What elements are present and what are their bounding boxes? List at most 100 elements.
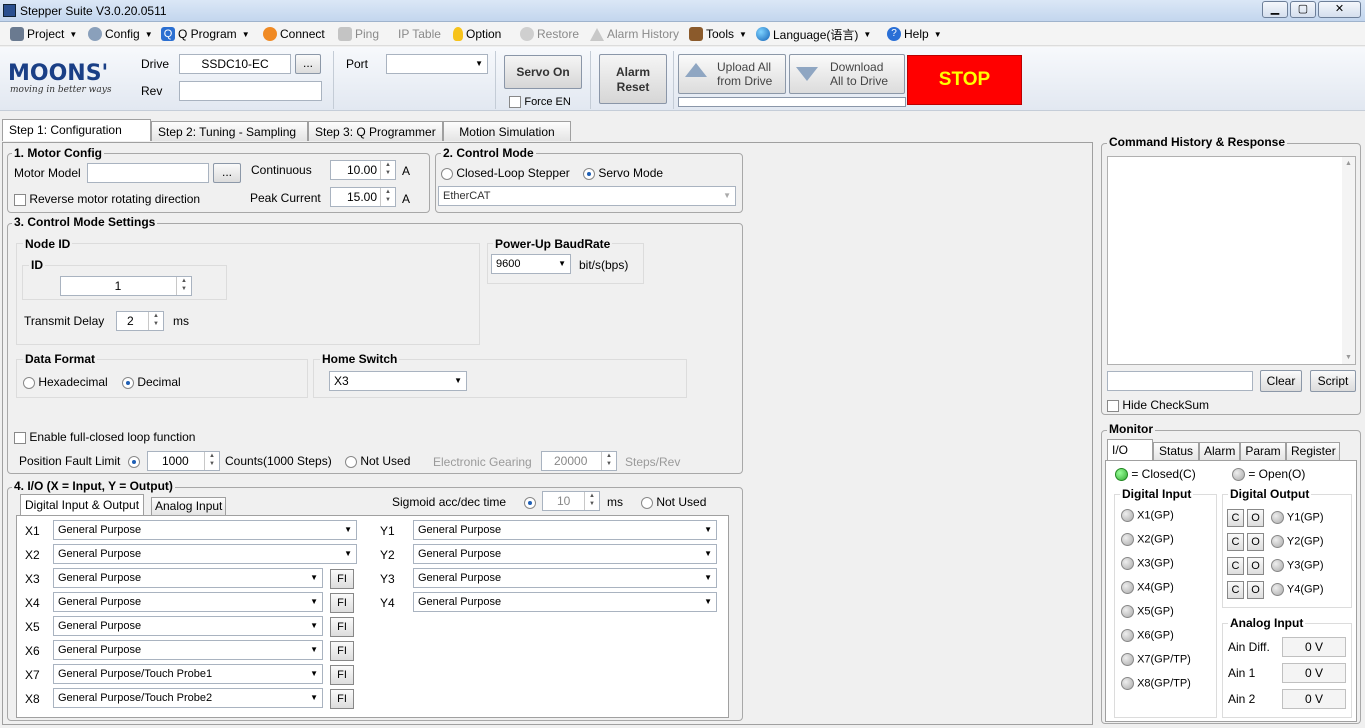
monitor-tab-status[interactable]: Status [1153,442,1199,460]
drive-field[interactable]: SSDC10-EC [179,54,291,74]
output-function-select-y4[interactable]: General Purpose ▼ [413,592,717,612]
alarm-reset-button[interactable]: Alarm Reset [599,54,667,104]
reverse-direction-checkbox[interactable]: Reverse motor rotating direction [14,192,200,206]
tab-motion-simulation[interactable]: Motion Simulation [443,121,571,141]
menu-connect[interactable]: Connect [263,26,325,42]
script-button[interactable]: Script [1310,370,1356,392]
monitor-tab-register[interactable]: Register [1286,442,1340,460]
drive-browse-button[interactable]: ... [295,54,321,74]
filter-button-x4[interactable]: FI [330,593,354,613]
force-en-checkbox[interactable]: Force EN [509,94,571,108]
close-output-button-y2[interactable]: C [1227,533,1244,551]
close-output-button-y4[interactable]: C [1227,581,1244,599]
motor-model-field[interactable] [87,163,209,183]
monitor-tab-param[interactable]: Param [1240,442,1286,460]
tab-tuning-sampling[interactable]: Step 2: Tuning - Sampling [151,121,308,141]
tab-analog-input[interactable]: Analog Input [151,497,227,515]
menu-alarm-history[interactable]: Alarm History [590,26,679,42]
input-function-select-x4[interactable]: General Purpose ▼ [53,592,323,612]
led-off-icon [1232,468,1245,482]
baudrate-title: Power-Up BaudRate [493,237,613,251]
port-select[interactable]: ▼ [386,54,488,74]
menu-ping[interactable]: Ping [338,26,379,42]
close-output-button-y1[interactable]: C [1227,509,1244,527]
maximize-button[interactable]: ▢ [1290,1,1316,18]
chevron-down-icon: ▼ [344,549,352,558]
input-function-select-x1[interactable]: General Purpose ▼ [53,520,357,540]
servo-on-button[interactable]: Servo On [504,55,582,89]
digital-output-title: Digital Output [1228,487,1312,501]
input-function-select-x6[interactable]: General Purpose ▼ [53,640,323,660]
decimal-radio[interactable]: Decimal [122,375,181,389]
close-output-button-y3[interactable]: C [1227,557,1244,575]
clear-button[interactable]: Clear [1260,370,1302,392]
open-output-button-y3[interactable]: O [1247,557,1264,575]
sigmoid-label: Sigmoid acc/dec time [392,495,507,509]
filter-button-x5[interactable]: FI [330,617,354,637]
menu-config[interactable]: Config ▼ [88,26,153,42]
pfl-not-used-radio[interactable]: Not Used [345,454,410,468]
position-fault-limit-stepper[interactable]: 1000 ▲ ▼ [147,451,220,471]
filter-button-x3[interactable]: FI [330,569,354,589]
menu-option[interactable]: Option [453,26,501,42]
bus-select[interactable]: EtherCAT ▼ [438,186,736,206]
monitor-tab-alarm[interactable]: Alarm [1199,442,1240,460]
filter-button-x8[interactable]: FI [330,689,354,709]
closed-loop-stepper-radio[interactable]: Closed-Loop Stepper [441,166,570,180]
rev-field[interactable] [179,81,322,101]
menu-project[interactable]: Project ▼ [10,26,77,42]
sigmoid-stepper[interactable]: 10 ▲ ▼ [542,491,600,511]
output-function-select-y3[interactable]: General Purpose ▼ [413,568,717,588]
filter-button-x6[interactable]: FI [330,641,354,661]
tab-configuration[interactable]: Step 1: Configuration [2,119,151,141]
motor-model-browse-button[interactable]: ... [213,163,241,183]
led-off-icon [1121,629,1134,642]
baudrate-select[interactable]: 9600 ▼ [491,254,571,274]
input-function-select-x7[interactable]: General Purpose/Touch Probe1 ▼ [53,664,323,684]
hide-checksum-checkbox[interactable]: Hide CheckSum [1107,398,1209,412]
monitor-tab-i-o[interactable]: I/O [1107,439,1153,460]
tab-digital-io[interactable]: Digital Input & Output [20,494,145,515]
electronic-gearing-stepper[interactable]: 20000 ▲ ▼ [541,451,617,471]
menu-restore[interactable]: Restore [520,26,579,42]
full-closed-loop-checkbox[interactable]: Enable full-closed loop function [14,430,195,444]
led-off-icon [1121,581,1134,594]
chevron-down-icon: ▼ [310,669,318,678]
filter-button-x7[interactable]: FI [330,665,354,685]
download-all-button[interactable]: Download All to Drive [789,54,905,94]
home-switch-select[interactable]: X3 ▼ [329,371,467,391]
input-function-select-x5[interactable]: General Purpose ▼ [53,616,323,636]
menu-language[interactable]: Language(语言) ▼ [756,26,871,42]
input-function-select-x3[interactable]: General Purpose ▼ [53,568,323,588]
stop-button[interactable]: STOP [907,55,1022,105]
menu-help[interactable]: ? Help ▼ [887,26,942,42]
servo-mode-radio[interactable]: Servo Mode [583,166,663,180]
tab-q-programmer[interactable]: Step 3: Q Programmer [308,121,443,141]
node-id-stepper[interactable]: 1 ▲ ▼ [60,276,192,296]
close-button[interactable]: ✕ [1318,1,1361,18]
sigmoid-radio[interactable] [524,495,536,509]
minimize-button[interactable]: ▁ [1262,1,1288,18]
menu-q-program[interactable]: QQ Program ▼ [161,26,250,42]
peak-current-stepper[interactable]: 15.00 ▲ ▼ [330,187,396,207]
position-fault-limit-radio[interactable] [128,454,140,468]
open-output-button-y2[interactable]: O [1247,533,1264,551]
menu-ip-table[interactable]: IP Table [398,26,441,42]
sigmoid-not-used-radio[interactable]: Not Used [641,495,706,509]
continuous-current-stepper[interactable]: 10.00 ▲ ▼ [330,160,396,180]
command-history-log[interactable]: ▲ ▼ [1107,156,1356,365]
upload-all-button[interactable]: Upload All from Drive [678,54,786,94]
output-function-select-y2[interactable]: General Purpose ▼ [413,544,717,564]
menu-tools[interactable]: Tools ▼ [689,26,747,42]
output-function-select-y1[interactable]: General Purpose ▼ [413,520,717,540]
open-output-button-y1[interactable]: O [1247,509,1264,527]
input-function-select-x2[interactable]: General Purpose ▼ [53,544,357,564]
transmit-delay-stepper[interactable]: 2 ▲ ▼ [116,311,164,331]
hexadecimal-radio[interactable]: Hexadecimal [23,375,108,389]
sigmoid-unit: ms [607,495,623,509]
input-function-select-x8[interactable]: General Purpose/Touch Probe2 ▼ [53,688,323,708]
restore-icon [520,27,534,41]
command-input[interactable] [1107,371,1253,391]
open-output-button-y4[interactable]: O [1247,581,1264,599]
history-scrollbar[interactable]: ▲ ▼ [1342,157,1355,364]
